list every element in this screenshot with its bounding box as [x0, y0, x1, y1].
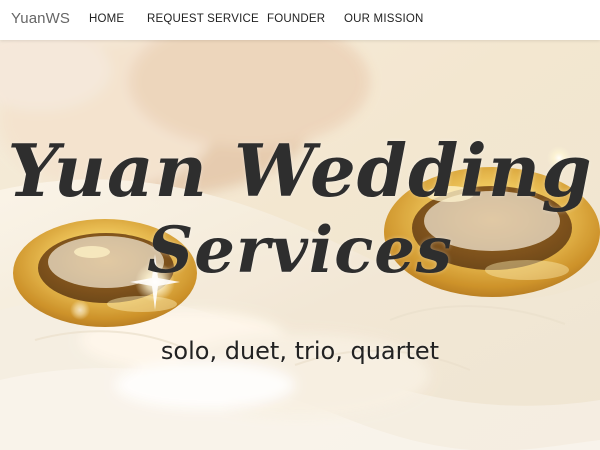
top-navbar: YuanWS HOME REQUEST SERVICE FOUNDER OUR … [0, 0, 600, 40]
hero-section: Yuan Wedding Services solo, duet, trio, … [0, 40, 600, 450]
hero-tagline: solo, duet, trio, quartet [160, 337, 440, 365]
page: YuanWS HOME REQUEST SERVICE FOUNDER OUR … [0, 0, 600, 450]
hero-background-image [0, 40, 600, 450]
nav-request-service-link[interactable]: REQUEST SERVICE [147, 13, 259, 25]
nav-founder-link[interactable]: FOUNDER [267, 13, 325, 25]
nav-home-link[interactable]: HOME [89, 13, 124, 25]
nav-our-mission-link[interactable]: OUR MISSION [344, 13, 424, 25]
brand-link[interactable]: YuanWS [11, 10, 70, 27]
